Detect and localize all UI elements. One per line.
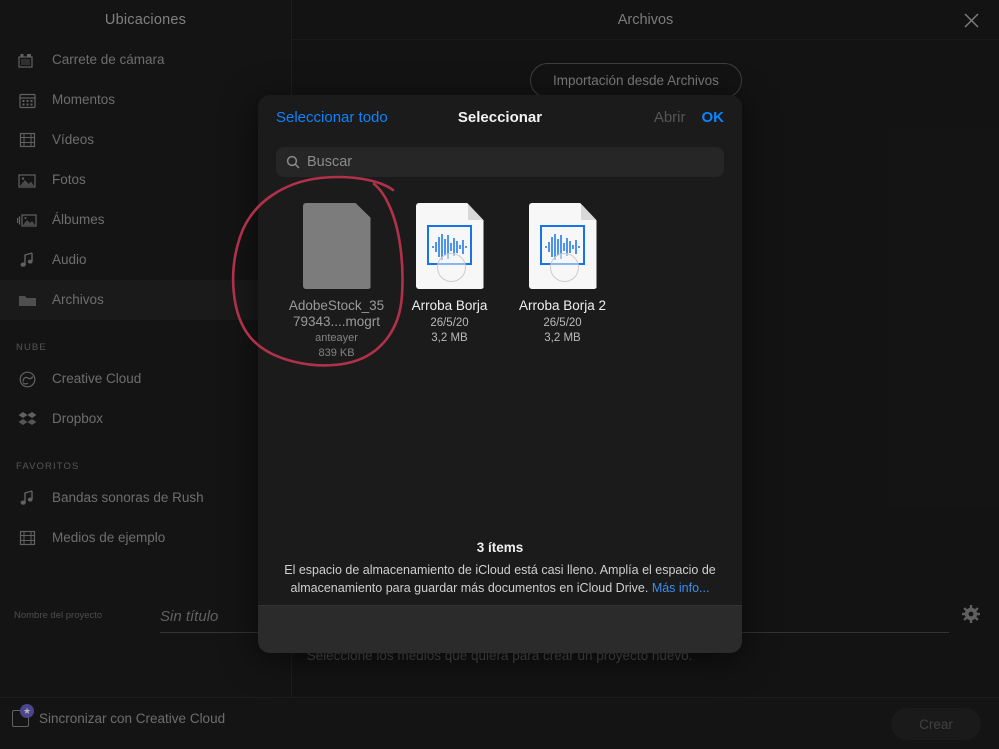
app-window: Ubicaciones Carrete de cámara Momentos (0, 0, 999, 749)
file-item[interactable]: Arroba Borja 2 26/5/20 3,2 MB (506, 203, 619, 361)
audio-document-icon (529, 203, 597, 289)
circle-overlay-icon (550, 253, 579, 282)
file-name: AdobeStock_35 79343....mogrt (280, 298, 393, 329)
file-meta: anteayer 839 KB (280, 331, 393, 361)
search-placeholder: Buscar (307, 154, 352, 170)
icloud-more-info-link[interactable]: Más info... (652, 581, 710, 595)
file-size: 3,2 MB (393, 331, 506, 347)
file-thumbnail (280, 203, 393, 289)
file-grid: AdobeStock_35 79343....mogrt anteayer 83… (258, 177, 742, 361)
file-thumbnail (506, 203, 619, 289)
modal-toolbar (258, 605, 742, 653)
search-icon (286, 155, 300, 169)
icloud-storage-notice: El espacio de almacenamiento de iCloud e… (284, 561, 716, 599)
audio-document-icon (416, 203, 484, 289)
file-name-line1: AdobeStock_35 (280, 298, 393, 314)
file-size: 839 KB (280, 346, 393, 361)
file-name-line2: 79343....mogrt (280, 314, 393, 330)
file-meta: 26/5/20 3,2 MB (393, 316, 506, 347)
item-count: 3 ítems (284, 540, 716, 555)
modal-status: 3 ítems El espacio de almacenamiento de … (258, 540, 742, 599)
file-meta: 26/5/20 3,2 MB (506, 316, 619, 347)
file-date: 26/5/20 (393, 316, 506, 332)
file-item[interactable]: AdobeStock_35 79343....mogrt anteayer 83… (280, 203, 393, 361)
open-button[interactable]: Abrir (654, 109, 686, 126)
file-name: Arroba Borja (393, 298, 506, 314)
modal-header: Seleccionar todo Seleccionar Abrir OK (258, 95, 742, 147)
file-date: 26/5/20 (506, 316, 619, 332)
file-date: anteayer (280, 331, 393, 346)
page-fold-icon (468, 203, 484, 220)
modal-header-actions: Abrir OK (654, 109, 724, 126)
file-item[interactable]: Arroba Borja 26/5/20 3,2 MB (393, 203, 506, 361)
page-fold-icon (581, 203, 597, 220)
file-name: Arroba Borja 2 (506, 298, 619, 314)
ok-button[interactable]: OK (702, 109, 725, 126)
circle-overlay-icon (437, 253, 466, 282)
file-picker-modal: Seleccionar todo Seleccionar Abrir OK Bu… (258, 95, 742, 653)
file-size: 3,2 MB (506, 331, 619, 347)
file-thumbnail (393, 203, 506, 289)
generic-document-icon (303, 203, 371, 289)
search-input[interactable]: Buscar (276, 147, 724, 177)
